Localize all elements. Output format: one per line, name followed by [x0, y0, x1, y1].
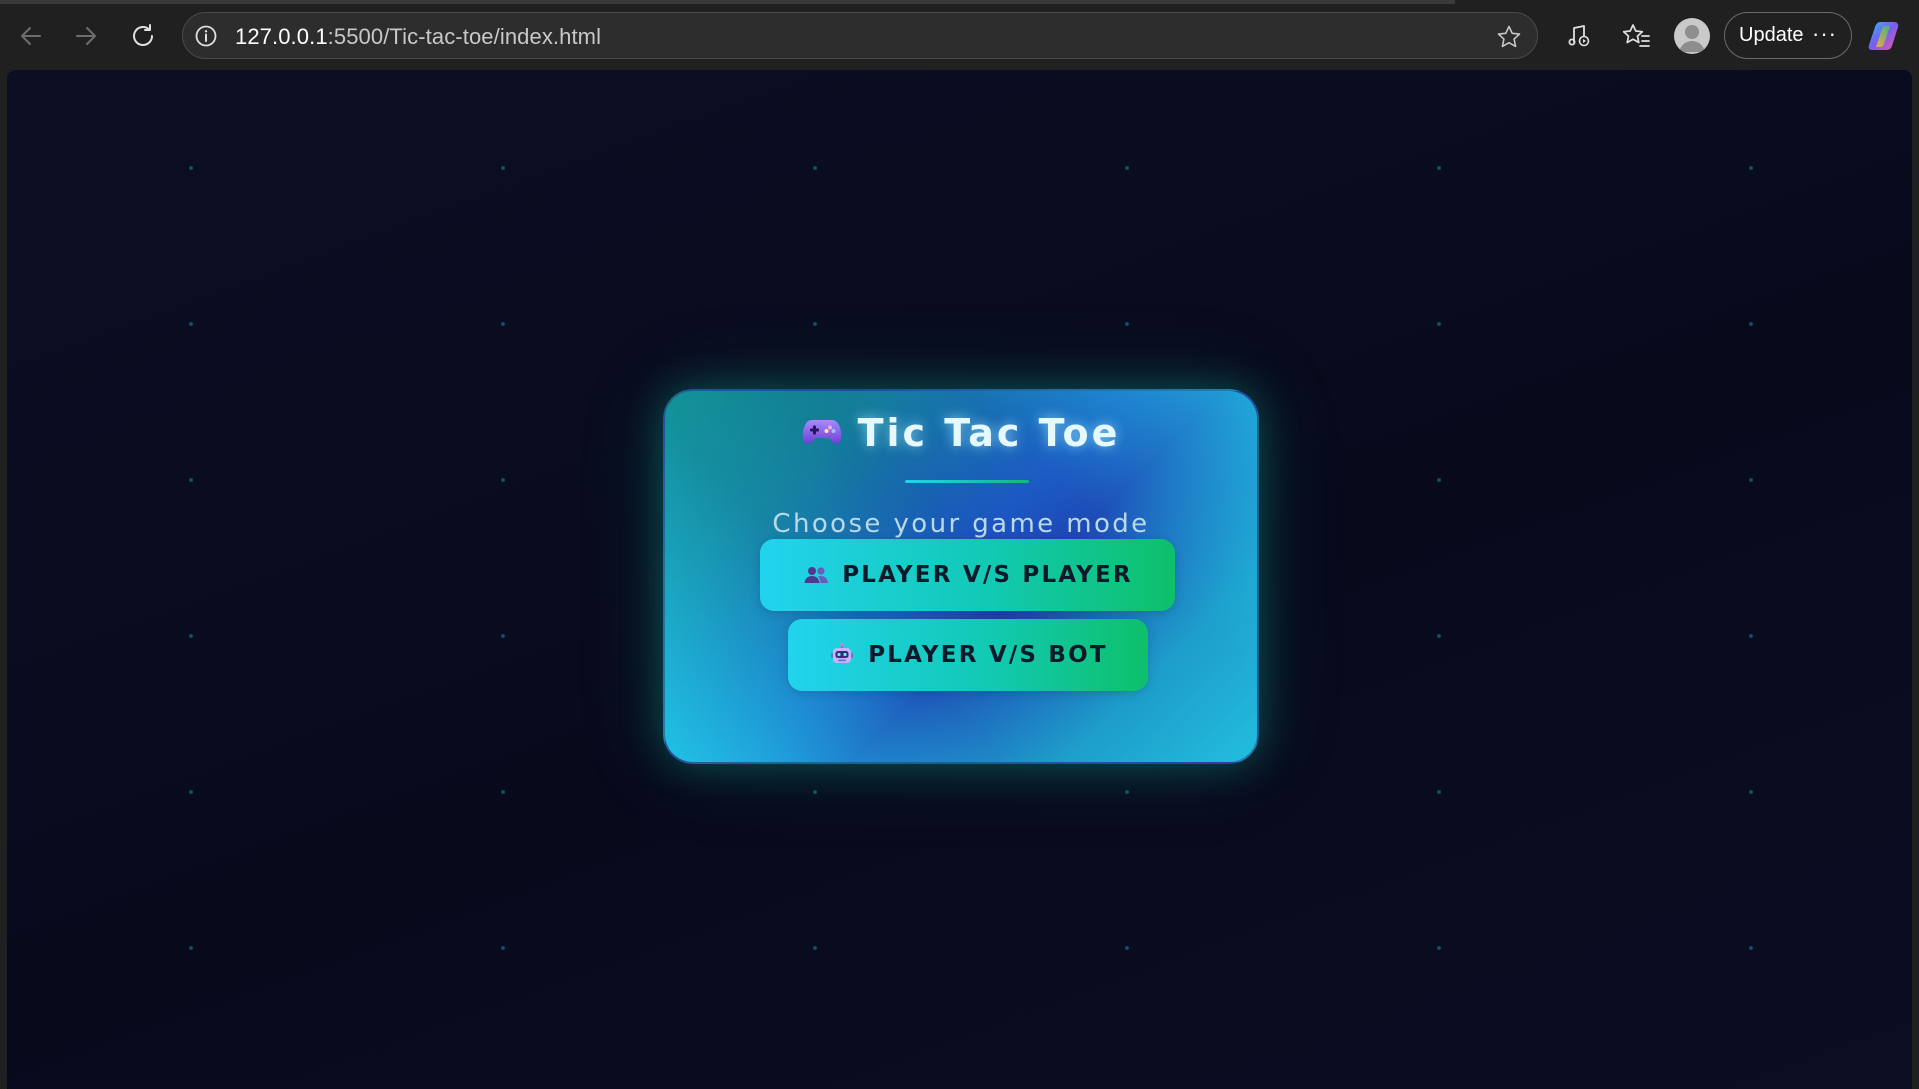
copilot-icon [1868, 22, 1899, 50]
profile-button[interactable] [1674, 18, 1710, 54]
add-favorite-button[interactable] [1495, 23, 1523, 51]
game-mode-card: Tic Tac Toe Choose your game mode PLAYER… [663, 389, 1259, 764]
site-info-icon [195, 25, 217, 47]
reload-button[interactable] [122, 15, 164, 57]
forward-arrow-icon [76, 27, 96, 45]
media-control-icon [1568, 25, 1590, 47]
two-players-icon [802, 561, 830, 589]
more-menu-icon[interactable]: ··· [1812, 21, 1837, 47]
star-icon [1497, 25, 1521, 48]
favorites-icon [1622, 24, 1650, 47]
browser-toolbar: 127.0.0.1:5500/Tic-tac-toe/index.html Up… [0, 0, 1919, 70]
gamepad-icon [802, 411, 842, 455]
player-vs-player-button[interactable]: PLAYER V/S PLAYER [760, 539, 1175, 611]
page-title: Tic Tac Toe [665, 411, 1257, 458]
url-host: 127.0.0.1 [235, 24, 328, 49]
robot-icon [828, 641, 856, 669]
tab-strip-edge [0, 0, 1455, 4]
player-vs-bot-button[interactable]: PLAYER V/S BOT [788, 619, 1148, 691]
copilot-button[interactable] [1868, 18, 1904, 54]
back-arrow-icon [21, 27, 41, 45]
profile-avatar-icon [1679, 25, 1705, 52]
address-bar[interactable]: 127.0.0.1:5500/Tic-tac-toe/index.html [182, 12, 1538, 59]
url-path: :5500/Tic-tac-toe/index.html [327, 24, 602, 49]
favorites-button[interactable] [1615, 15, 1657, 57]
reload-icon [133, 24, 153, 46]
forward-button[interactable] [65, 15, 107, 57]
title-text: Tic Tac Toe [857, 411, 1121, 455]
title-underline [905, 480, 1029, 483]
url-text[interactable]: 127.0.0.1:5500/Tic-tac-toe/index.html [235, 24, 601, 50]
subtitle: Choose your game mode [772, 509, 1150, 539]
update-label: Update [1739, 24, 1804, 46]
media-control-button[interactable] [1558, 15, 1600, 57]
site-info-button[interactable] [193, 23, 219, 49]
page-viewport: Tic Tac Toe Choose your game mode PLAYER… [7, 70, 1912, 1089]
update-button[interactable]: Update ··· [1724, 12, 1852, 59]
pvp-label: PLAYER V/S PLAYER [842, 562, 1133, 588]
pvb-label: PLAYER V/S BOT [868, 642, 1108, 668]
back-button[interactable] [10, 15, 52, 57]
